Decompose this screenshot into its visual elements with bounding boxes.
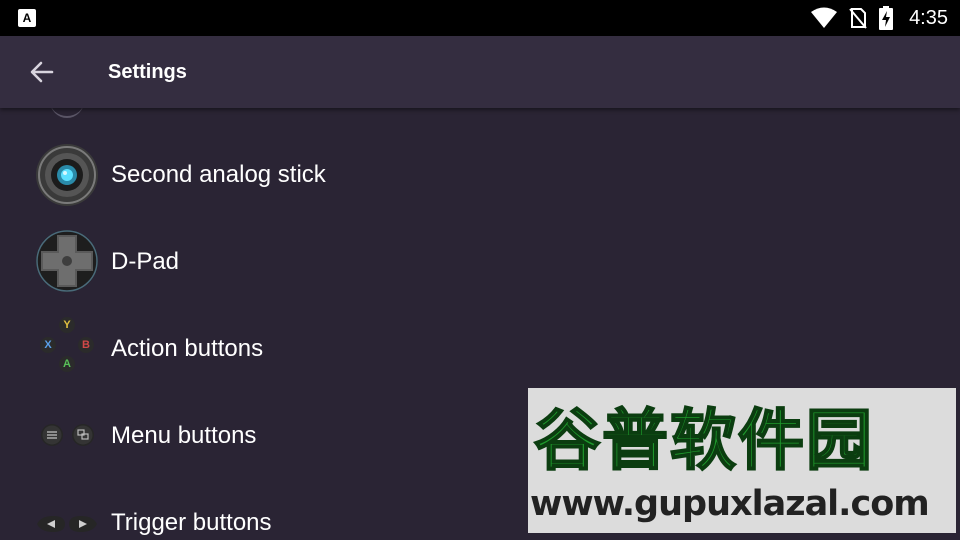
analog-stick-icon	[36, 144, 98, 206]
button-b-label: B	[82, 339, 90, 351]
wifi-icon	[811, 7, 838, 28]
list-item-label: Action buttons	[111, 335, 264, 362]
list-item-label: Menu buttons	[111, 422, 257, 449]
dpad-icon	[36, 230, 98, 292]
action-buttons-icon: Y X B A	[35, 316, 99, 380]
back-button[interactable]	[24, 54, 60, 90]
menu-buttons-icon	[41, 424, 94, 446]
arrow-back-icon	[30, 61, 54, 83]
status-bar: A 4:35	[0, 0, 960, 36]
app-bar: Settings	[0, 36, 960, 108]
app-notification-letter: A	[22, 11, 32, 25]
battery-charging-icon	[879, 6, 894, 30]
watermark-url: www.gupuxlazal.com	[530, 484, 930, 524]
button-x-label: X	[44, 339, 52, 351]
list-item-dpad[interactable]: D-Pad	[0, 218, 960, 305]
list-item-second-analog-stick[interactable]: Second analog stick	[0, 131, 960, 218]
page-title: Settings	[108, 61, 187, 83]
no-sim-icon	[849, 8, 867, 29]
list-item-label: Trigger buttons	[111, 509, 272, 536]
button-y-label: Y	[63, 319, 71, 331]
clock-time: 4:35	[909, 6, 948, 29]
button-a-label: A	[63, 358, 71, 370]
list-item-action-buttons[interactable]: Y X B A Action buttons	[0, 305, 960, 392]
app-notification-icon: A	[18, 9, 36, 27]
list-item-label: Second analog stick	[111, 161, 326, 188]
list-item-label: D-Pad	[111, 248, 180, 275]
trigger-buttons-icon	[37, 516, 97, 532]
watermark-chinese-text: 谷普软件园	[533, 402, 874, 479]
watermark-logo: 谷普软件园 www.gupuxlazal.com	[528, 388, 956, 533]
partial-item-icon	[50, 108, 84, 118]
